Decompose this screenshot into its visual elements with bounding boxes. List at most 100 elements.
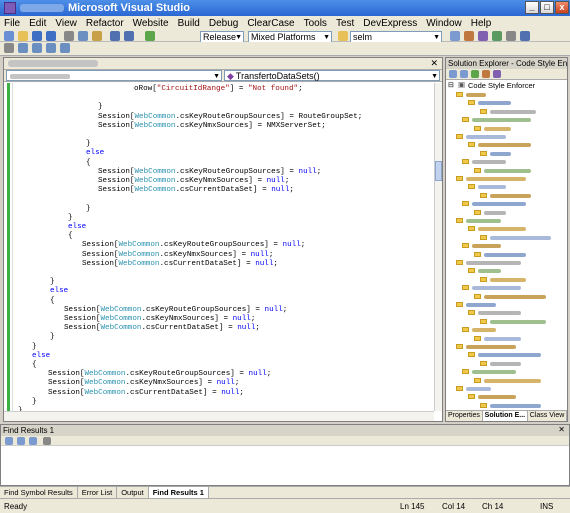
code-line[interactable]: Session[WebCommon.csKeyRouteGroupSources… xyxy=(64,306,287,315)
tree-item[interactable] xyxy=(462,201,563,207)
tree-item[interactable] xyxy=(474,251,563,258)
find-icon[interactable] xyxy=(338,31,348,41)
menu-devexpress[interactable]: DevExpress xyxy=(363,18,417,29)
tree-item[interactable] xyxy=(480,402,563,409)
tree-item[interactable] xyxy=(480,150,563,157)
tree-item[interactable] xyxy=(456,176,563,182)
code-line[interactable]: Session[WebCommon.csKeyRouteGroupSources… xyxy=(82,241,305,250)
menu-build[interactable]: Build xyxy=(178,18,200,29)
properties-icon[interactable] xyxy=(449,70,457,78)
close-pane-icon[interactable]: ✕ xyxy=(558,425,565,434)
code-line[interactable]: Session[WebCommon.csKeyNmxSources] = nul… xyxy=(98,177,289,186)
close-button[interactable]: x xyxy=(555,1,569,14)
tree-item[interactable] xyxy=(480,360,563,367)
tree-item[interactable] xyxy=(462,243,563,249)
tab-error-list[interactable]: Error List xyxy=(78,487,118,498)
menu-window[interactable]: Window xyxy=(426,18,462,29)
tab-solution-explorer[interactable]: Solution E... xyxy=(482,411,528,421)
bookmark-icon[interactable] xyxy=(60,43,70,53)
minimize-button[interactable]: _ xyxy=(525,1,539,14)
vertical-scrollbar[interactable] xyxy=(434,83,442,411)
tree-item[interactable] xyxy=(474,377,563,384)
tree-item[interactable] xyxy=(456,92,563,98)
indent-icon[interactable] xyxy=(32,43,42,53)
close-document-icon[interactable]: ✕ xyxy=(430,58,438,69)
menu-test[interactable]: Test xyxy=(336,18,354,29)
solution-tree[interactable]: ⊟ ▣ Code Style Enforcer xyxy=(446,80,567,410)
comment-icon[interactable] xyxy=(4,43,14,53)
menu-website[interactable]: Website xyxy=(133,18,169,29)
code-line[interactable]: Session[WebCommon.csKeyRouteGroupSources… xyxy=(48,370,271,379)
tree-item[interactable] xyxy=(480,318,563,325)
command-window-icon[interactable] xyxy=(506,31,516,41)
code-line[interactable]: } xyxy=(86,140,91,149)
code-line[interactable]: Session[WebCommon.csCurrentDataSet] = nu… xyxy=(64,324,260,333)
solution-root-item[interactable]: ⊟ ▣ Code Style Enforcer xyxy=(448,80,558,90)
code-line[interactable]: } xyxy=(68,214,73,223)
code-line[interactable]: else xyxy=(68,223,86,232)
tree-item[interactable] xyxy=(456,134,563,140)
menu-refactor[interactable]: Refactor xyxy=(86,18,124,29)
code-line[interactable]: Session[WebCommon.csKeyRouteGroupSources… xyxy=(98,168,321,177)
menu-help[interactable]: Help xyxy=(471,18,492,29)
tree-item[interactable] xyxy=(480,234,563,241)
tree-item[interactable] xyxy=(468,310,563,316)
save-icon[interactable] xyxy=(32,31,42,41)
paste-icon[interactable] xyxy=(92,31,102,41)
tree-item[interactable] xyxy=(480,276,563,283)
tree-item[interactable] xyxy=(480,108,563,115)
view-designer-icon[interactable] xyxy=(493,70,501,78)
view-code-icon[interactable] xyxy=(482,70,490,78)
tree-item[interactable] xyxy=(468,268,563,274)
code-line[interactable]: else xyxy=(32,352,50,361)
tree-item[interactable] xyxy=(456,302,563,308)
tree-item[interactable] xyxy=(462,159,563,165)
menu-clearcase[interactable]: ClearCase xyxy=(247,18,294,29)
horizontal-scrollbar[interactable] xyxy=(4,411,434,421)
maximize-button[interactable]: □ xyxy=(540,1,554,14)
tab-output[interactable]: Output xyxy=(117,487,149,498)
tree-item[interactable] xyxy=(468,352,563,358)
code-line[interactable]: Session[WebCommon.csCurrentDataSet] = nu… xyxy=(82,260,278,269)
tree-item[interactable] xyxy=(462,369,563,375)
menu-tools[interactable]: Tools xyxy=(304,18,327,29)
expand-icon[interactable]: ⊟ xyxy=(448,81,454,89)
tree-item[interactable] xyxy=(462,285,563,291)
code-line[interactable]: oRow["CircuitIdRange"] = "Not found"; xyxy=(134,85,303,94)
code-line[interactable]: } xyxy=(86,205,91,214)
cut-icon[interactable] xyxy=(64,31,74,41)
tree-item[interactable] xyxy=(462,117,563,123)
code-line[interactable]: else xyxy=(86,149,104,158)
code-line[interactable]: Session[WebCommon.csCurrentDataSet] = nu… xyxy=(48,389,244,398)
code-line[interactable]: { xyxy=(86,159,91,168)
tree-item[interactable] xyxy=(468,394,563,400)
open-icon[interactable] xyxy=(18,31,28,41)
redo-icon[interactable] xyxy=(124,31,134,41)
tree-item[interactable] xyxy=(468,142,563,148)
outdent-icon[interactable] xyxy=(46,43,56,53)
tree-item[interactable] xyxy=(456,218,563,224)
code-line[interactable]: } xyxy=(98,103,103,112)
find-results-content[interactable] xyxy=(1,447,569,485)
code-line[interactable]: { xyxy=(50,297,55,306)
code-line[interactable]: Session[WebCommon.csKeyNmxSources] = nul… xyxy=(64,315,255,324)
tree-item[interactable] xyxy=(468,184,563,190)
type-combo[interactable]: ▼ xyxy=(6,70,222,81)
tab-find-symbol-results[interactable]: Find Symbol Results xyxy=(0,487,78,498)
code-line[interactable]: Session[WebCommon.csCurrentDataSet] = nu… xyxy=(98,186,294,195)
tree-item[interactable] xyxy=(468,100,563,106)
menu-view[interactable]: View xyxy=(55,18,77,29)
start-debug-icon[interactable] xyxy=(145,31,155,41)
code-line[interactable]: { xyxy=(32,361,37,370)
new-project-icon[interactable] xyxy=(4,31,14,41)
tree-item[interactable] xyxy=(456,386,563,392)
blurred-document-tab[interactable] xyxy=(8,60,98,67)
code-area[interactable]: oRow["CircuitIdRange"] = "Not found";} Se… xyxy=(4,83,434,411)
member-combo[interactable]: ◆ TransfertoDataSets() ▼ xyxy=(224,70,440,81)
tree-item[interactable] xyxy=(474,293,563,300)
code-line[interactable]: Session[WebCommon.csKeyNmxSources] = nul… xyxy=(48,379,239,388)
menu-file[interactable]: File xyxy=(4,18,20,29)
menu-debug[interactable]: Debug xyxy=(209,18,238,29)
start-page-icon[interactable] xyxy=(520,31,530,41)
tree-item[interactable] xyxy=(456,344,563,350)
